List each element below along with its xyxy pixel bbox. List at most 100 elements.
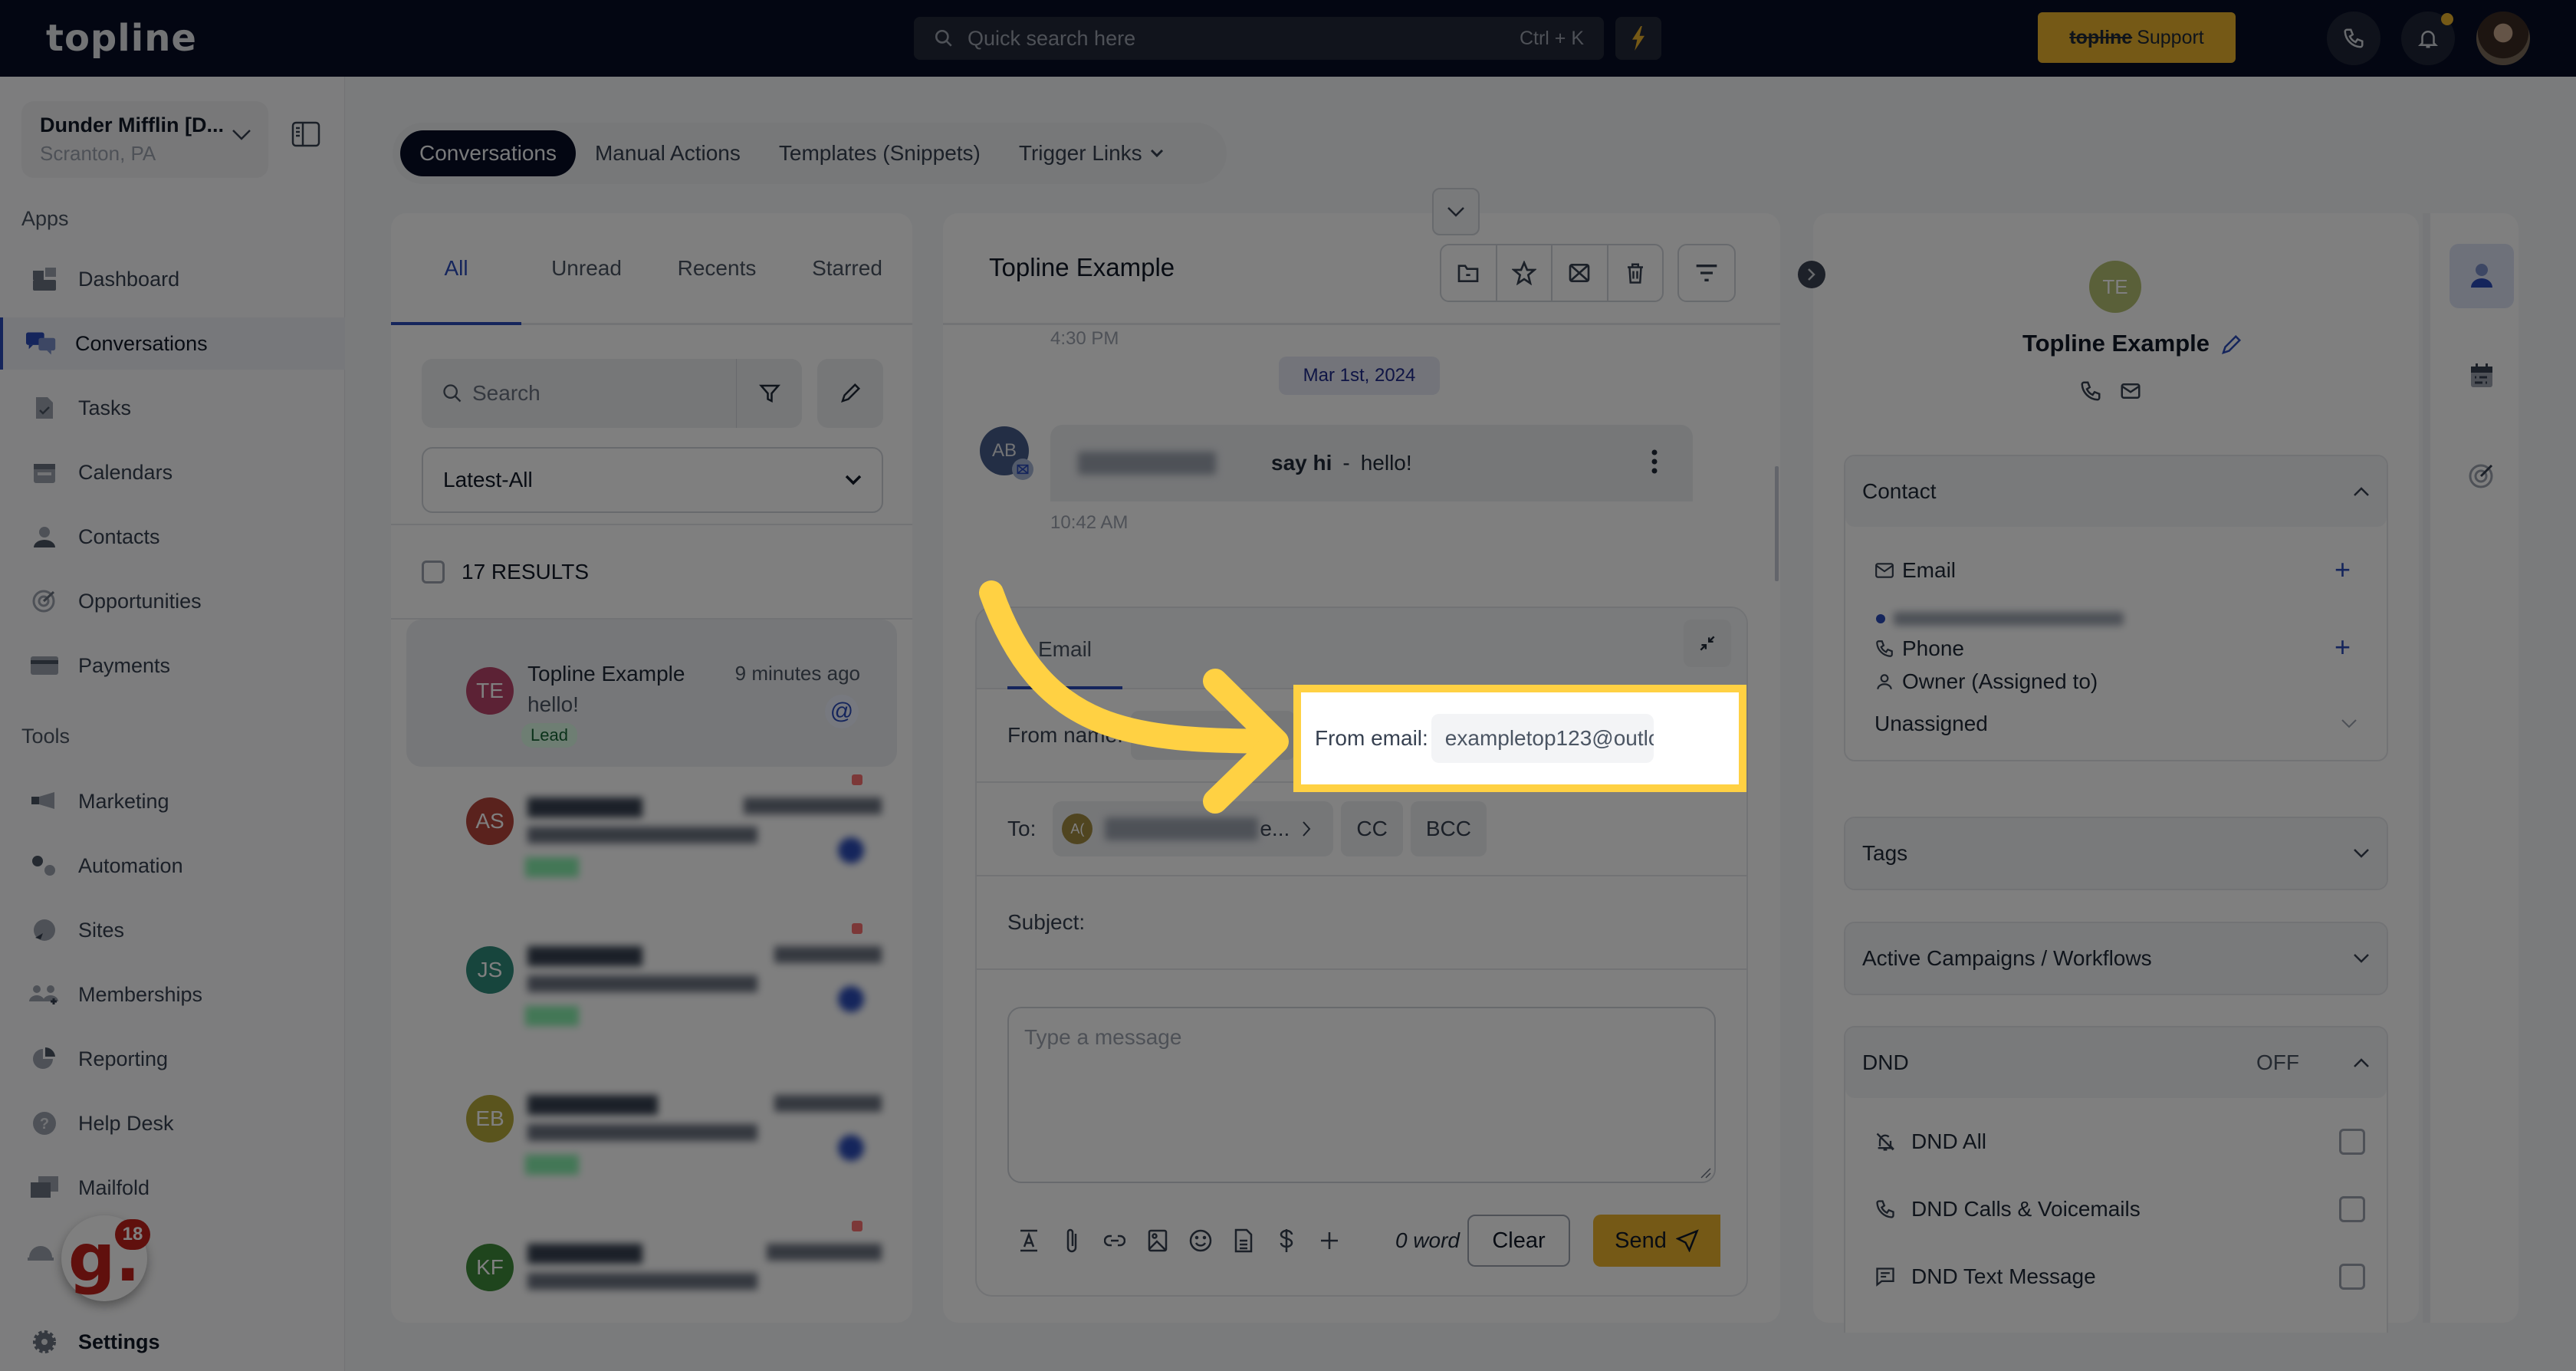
sidebar-item-payments[interactable]: Payments bbox=[0, 639, 345, 692]
link-button[interactable] bbox=[1093, 1233, 1136, 1248]
add-phone-button[interactable]: + bbox=[2334, 631, 2351, 663]
sidebar-item-opportunities[interactable]: Opportunities bbox=[0, 575, 345, 627]
star-button[interactable] bbox=[1497, 245, 1552, 301]
conversation-search-input[interactable]: Search bbox=[422, 359, 736, 428]
payment-button[interactable] bbox=[1265, 1228, 1308, 1254]
message-filter-button[interactable] bbox=[1677, 244, 1736, 302]
dnd-calls-checkbox[interactable] bbox=[2339, 1196, 2365, 1222]
sidebar-item-memberships[interactable]: Memberships bbox=[0, 968, 345, 1021]
dnd-text-checkbox[interactable] bbox=[2339, 1264, 2365, 1290]
image-button[interactable] bbox=[1136, 1229, 1179, 1252]
tab-starred[interactable]: Starred bbox=[782, 213, 912, 323]
opportunities-tab[interactable] bbox=[2450, 443, 2514, 508]
conversation-item[interactable]: AS bbox=[406, 767, 897, 914]
contact-details-tab[interactable] bbox=[2450, 244, 2514, 308]
sidebar-item-marketing[interactable]: Marketing bbox=[0, 775, 345, 827]
tab-recents[interactable]: Recents bbox=[652, 213, 782, 323]
sidebar-item-reporting[interactable]: Reporting bbox=[0, 1033, 345, 1085]
edit-contact-icon[interactable] bbox=[2220, 334, 2242, 357]
tab-manual-actions[interactable]: Manual Actions bbox=[576, 130, 760, 176]
filter-button[interactable] bbox=[736, 359, 802, 428]
sidebar-item-sites[interactable]: Sites bbox=[0, 904, 345, 956]
clear-button[interactable]: Clear bbox=[1467, 1215, 1570, 1267]
tab-conversations[interactable]: Conversations bbox=[400, 130, 576, 176]
sidebar-item-calendars[interactable]: Calendars bbox=[0, 446, 345, 498]
company-switcher[interactable]: Dunder Mifflin [D... Scranton, PA bbox=[21, 101, 268, 178]
quick-actions-button[interactable] bbox=[1615, 17, 1661, 60]
bell-service-icon[interactable] bbox=[28, 1242, 54, 1261]
tab-trigger-links[interactable]: Trigger Links bbox=[1000, 130, 1183, 176]
tab-all[interactable]: All bbox=[391, 213, 521, 323]
owner-label: Owner (Assigned to) bbox=[1902, 669, 2098, 693]
support-brand: topline bbox=[2069, 26, 2133, 48]
mark-unread-button[interactable] bbox=[1552, 245, 1608, 301]
more-tools-button[interactable] bbox=[1308, 1231, 1351, 1250]
dnd-title: DND bbox=[1862, 1050, 1909, 1074]
sidebar-item-help-desk[interactable]: ? Help Desk bbox=[0, 1097, 345, 1149]
text-format-button[interactable] bbox=[1007, 1228, 1050, 1253]
tab-email[interactable]: Email bbox=[1038, 637, 1092, 662]
message-textarea[interactable]: Type a message bbox=[1007, 1007, 1716, 1183]
conversation-item[interactable]: TE Topline Example 9 minutes ago hello! … bbox=[406, 620, 897, 767]
tab-templates[interactable]: Templates (Snippets) bbox=[760, 130, 1000, 176]
dnd-section-header[interactable]: DND OFF bbox=[1845, 1027, 2387, 1098]
phone-button[interactable] bbox=[2327, 12, 2380, 65]
delete-button[interactable] bbox=[1608, 245, 1663, 301]
resize-handle-icon[interactable] bbox=[1700, 1168, 1711, 1179]
send-button[interactable]: Send bbox=[1593, 1215, 1720, 1267]
from-email-input[interactable]: exampletop123@outloo bbox=[1431, 714, 1654, 763]
target-icon bbox=[29, 589, 60, 613]
recipient-chip[interactable]: A( e... bbox=[1053, 801, 1334, 856]
conversation-item[interactable]: EB bbox=[406, 1064, 897, 1212]
tab-unread[interactable]: Unread bbox=[521, 213, 652, 323]
conversation-item[interactable]: JS bbox=[406, 916, 897, 1063]
sidebar-item-contacts[interactable]: Contacts bbox=[0, 511, 345, 563]
phone-icon[interactable] bbox=[2079, 380, 2102, 403]
owner-select[interactable]: Unassigned bbox=[1875, 712, 2358, 736]
minimize-composer-button[interactable] bbox=[1684, 620, 1731, 667]
message-scrollbar[interactable] bbox=[1775, 466, 1779, 581]
subject-row[interactable]: Subject: bbox=[977, 876, 1746, 970]
sidebar-item-mailfold[interactable]: Mailfold bbox=[0, 1162, 345, 1214]
sidebar-item-tasks[interactable]: Tasks bbox=[0, 382, 345, 434]
template-button[interactable] bbox=[1222, 1228, 1265, 1253]
more-options-icon[interactable] bbox=[1651, 449, 1658, 474]
message-bubble[interactable]: say hi - hello! bbox=[1050, 425, 1693, 501]
topline-logo[interactable]: topline bbox=[46, 17, 197, 60]
contact-section-header[interactable]: Contact bbox=[1845, 456, 2387, 527]
timestamp: 9 minutes ago bbox=[734, 662, 860, 685]
move-folder-button[interactable] bbox=[1441, 245, 1497, 301]
target-icon bbox=[2469, 464, 2493, 488]
appointments-tab[interactable] bbox=[2450, 344, 2514, 408]
sidebar-collapse-icon[interactable] bbox=[291, 121, 320, 147]
quick-search-input[interactable]: Quick search here Ctrl + K bbox=[914, 17, 1604, 60]
notifications-button[interactable] bbox=[2401, 12, 2455, 65]
sidebar-item-conversations[interactable]: Conversations bbox=[0, 317, 345, 370]
dnd-all-checkbox[interactable] bbox=[2339, 1129, 2365, 1155]
sidebar-item-settings[interactable]: Settings bbox=[0, 1316, 345, 1368]
support-button[interactable]: topline Support bbox=[2038, 12, 2236, 63]
search-icon bbox=[935, 29, 952, 47]
bcc-button[interactable]: BCC bbox=[1410, 801, 1487, 856]
add-email-button[interactable]: + bbox=[2334, 554, 2351, 586]
globe-icon bbox=[29, 918, 60, 942]
emoji-button[interactable] bbox=[1179, 1228, 1222, 1253]
user-avatar[interactable] bbox=[2476, 12, 2530, 65]
attach-button[interactable] bbox=[1050, 1228, 1093, 1254]
sort-select[interactable]: Latest-All bbox=[422, 447, 883, 513]
select-all-checkbox[interactable] bbox=[422, 560, 445, 584]
mail-icon[interactable] bbox=[2119, 380, 2142, 403]
sidebar-item-automation[interactable]: Automation bbox=[0, 840, 345, 892]
tags-section-header[interactable]: Tags bbox=[1845, 818, 2387, 889]
campaigns-section-header[interactable]: Active Campaigns / Workflows bbox=[1845, 923, 2387, 994]
from-name-input[interactable] bbox=[1130, 711, 1295, 760]
collapse-header-button[interactable] bbox=[1432, 188, 1480, 235]
cc-button[interactable]: CC bbox=[1341, 801, 1403, 856]
expand-panel-button[interactable] bbox=[1798, 261, 1825, 288]
sidebar-item-dashboard[interactable]: Dashboard bbox=[0, 253, 345, 305]
conversation-header: Topline Example bbox=[943, 213, 1780, 325]
dnd-all-row: DND All bbox=[1875, 1129, 2365, 1155]
compose-button[interactable] bbox=[817, 359, 883, 428]
message-preview: hello! bbox=[527, 692, 579, 716]
conversation-item[interactable]: KF bbox=[406, 1213, 897, 1320]
